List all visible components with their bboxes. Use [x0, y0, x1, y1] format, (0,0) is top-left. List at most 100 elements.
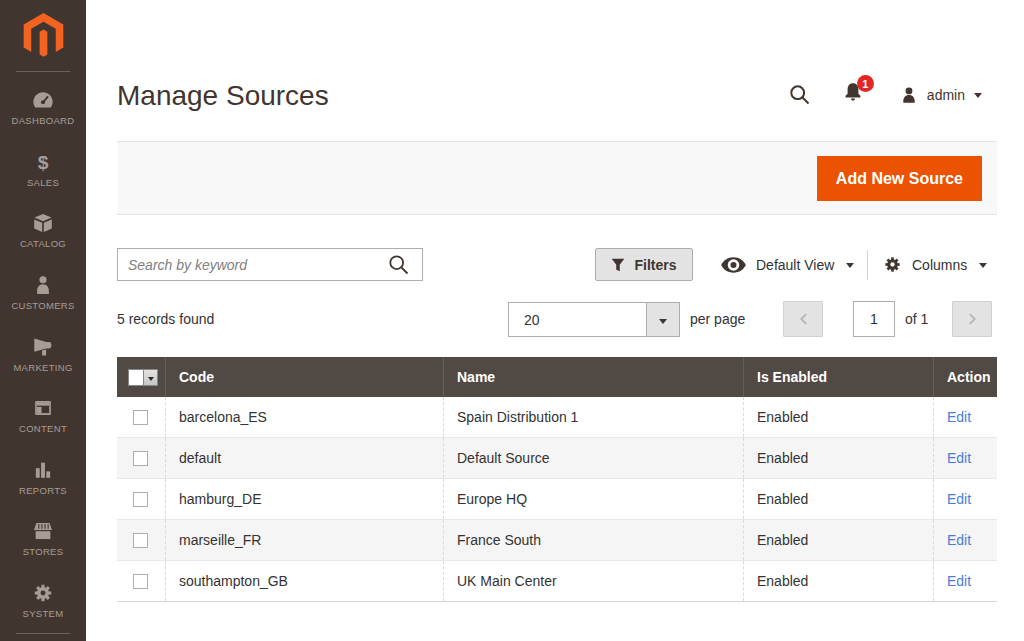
- table-row: marseille_FR France South Enabled Edit: [117, 520, 997, 561]
- cell-name: Europe HQ: [443, 479, 743, 519]
- cell-is-enabled: Enabled: [743, 520, 933, 560]
- sidebar: DASHBOARD SALES CATALOG CUSTOMERS MARKET…: [0, 0, 86, 641]
- toolbar-divider: [867, 250, 868, 280]
- notifications-button[interactable]: 1: [843, 82, 863, 107]
- catalog-icon: [32, 212, 54, 234]
- table-row: default Default Source Enabled Edit: [117, 438, 997, 479]
- cell-is-enabled: Enabled: [743, 479, 933, 519]
- per-page-value: 20: [509, 312, 646, 328]
- column-header-name[interactable]: Name: [443, 357, 743, 397]
- columns-caret-icon: [979, 263, 987, 268]
- eye-icon: [721, 257, 746, 273]
- row-checkbox[interactable]: [133, 533, 148, 548]
- cell-name: UK Main Center: [443, 561, 743, 601]
- edit-link[interactable]: Edit: [947, 450, 971, 466]
- user-caret-icon: [974, 93, 982, 98]
- records-count: 5 records found: [117, 311, 214, 327]
- table-body: barcelona_ES Spain Distribution 1 Enable…: [117, 397, 997, 602]
- notification-badge: 1: [857, 75, 874, 92]
- per-page-label: per page: [690, 311, 745, 327]
- sidebar-item-sales[interactable]: SALES: [0, 139, 86, 201]
- marketing-icon: [32, 336, 54, 358]
- table-row: hamburg_DE Europe HQ Enabled Edit: [117, 479, 997, 520]
- column-header-is-enabled[interactable]: Is Enabled: [743, 357, 933, 397]
- cell-name: Default Source: [443, 438, 743, 478]
- sales-icon: [32, 151, 54, 173]
- page-number-input[interactable]: [853, 301, 895, 337]
- cell-is-enabled: Enabled: [743, 438, 933, 478]
- sidebar-item-stores[interactable]: STORES: [0, 508, 86, 570]
- row-checkbox[interactable]: [133, 574, 148, 589]
- view-selector[interactable]: Default View: [721, 248, 854, 281]
- dashboard-icon: [32, 89, 54, 111]
- column-header-action[interactable]: Action: [933, 357, 997, 397]
- filter-icon: [611, 258, 625, 272]
- sidebar-menu: DASHBOARD SALES CATALOG CUSTOMERS MARKET…: [0, 72, 86, 631]
- per-page-select[interactable]: 20: [508, 302, 680, 337]
- edit-link[interactable]: Edit: [947, 573, 971, 589]
- username-label: admin: [927, 87, 965, 103]
- sidebar-item-reports[interactable]: REPORTS: [0, 447, 86, 509]
- main-content: Manage Sources 1 admin Add New Source: [86, 0, 1024, 641]
- page-title: Manage Sources: [117, 81, 329, 112]
- chevron-left-icon: [799, 312, 808, 326]
- sources-table: Code Name Is Enabled Action barcelona_ES…: [117, 357, 997, 602]
- next-page-button[interactable]: [952, 301, 992, 337]
- total-pages-label: of 1: [905, 311, 928, 327]
- select-all-checkbox[interactable]: [128, 369, 144, 386]
- table-row: barcelona_ES Spain Distribution 1 Enable…: [117, 397, 997, 438]
- columns-label: Columns: [912, 257, 967, 273]
- sidebar-item-system[interactable]: SYSTEM: [0, 570, 86, 632]
- sidebar-item-marketing[interactable]: MARKETING: [0, 323, 86, 385]
- table-header: Code Name Is Enabled Action: [117, 357, 997, 397]
- cell-code: hamburg_DE: [165, 479, 443, 519]
- header-actions: 1 admin: [789, 82, 982, 107]
- search-input[interactable]: [118, 249, 422, 280]
- search-submit-icon[interactable]: [388, 254, 409, 275]
- cell-code: southampton_GB: [165, 561, 443, 601]
- search-icon[interactable]: [789, 84, 810, 105]
- gear-icon: [883, 255, 902, 274]
- column-header-code[interactable]: Code: [165, 357, 443, 397]
- keyword-search: [117, 248, 423, 281]
- row-checkbox[interactable]: [133, 492, 148, 507]
- cell-is-enabled: Enabled: [743, 561, 933, 601]
- per-page-caret: [646, 303, 679, 336]
- previous-page-button[interactable]: [783, 301, 823, 337]
- select-all-dropdown[interactable]: [144, 369, 158, 386]
- customers-icon: [32, 274, 54, 296]
- chevron-right-icon: [968, 312, 977, 326]
- edit-link[interactable]: Edit: [947, 532, 971, 548]
- filters-label: Filters: [634, 257, 676, 273]
- sidebar-item-customers[interactable]: CUSTOMERS: [0, 262, 86, 324]
- cell-code: barcelona_ES: [165, 397, 443, 437]
- row-checkbox[interactable]: [133, 451, 148, 466]
- cell-is-enabled: Enabled: [743, 397, 933, 437]
- edit-link[interactable]: Edit: [947, 491, 971, 507]
- columns-selector[interactable]: Columns: [883, 248, 987, 281]
- cell-code: marseille_FR: [165, 520, 443, 560]
- cell-name: France South: [443, 520, 743, 560]
- view-caret-icon: [846, 263, 854, 268]
- reports-icon: [32, 459, 54, 481]
- sidebar-item-catalog[interactable]: CATALOG: [0, 200, 86, 262]
- content-icon: [32, 397, 54, 419]
- sidebar-divider-bottom: [16, 633, 70, 634]
- system-icon: [32, 582, 54, 604]
- row-checkbox[interactable]: [133, 410, 148, 425]
- sidebar-item-dashboard[interactable]: DASHBOARD: [0, 77, 86, 139]
- magento-logo-icon[interactable]: [23, 13, 64, 60]
- table-row: southampton_GB UK Main Center Enabled Ed…: [117, 561, 997, 602]
- header-select-all: [117, 357, 165, 397]
- cell-code: default: [165, 438, 443, 478]
- sidebar-item-content[interactable]: CONTENT: [0, 385, 86, 447]
- add-new-source-button[interactable]: Add New Source: [817, 156, 982, 201]
- page-actions-band: Add New Source: [117, 141, 997, 215]
- user-icon: [900, 86, 918, 104]
- user-menu[interactable]: admin: [900, 86, 982, 104]
- edit-link[interactable]: Edit: [947, 409, 971, 425]
- view-label: Default View: [756, 257, 834, 273]
- stores-icon: [32, 520, 54, 542]
- filters-button[interactable]: Filters: [595, 248, 693, 281]
- cell-name: Spain Distribution 1: [443, 397, 743, 437]
